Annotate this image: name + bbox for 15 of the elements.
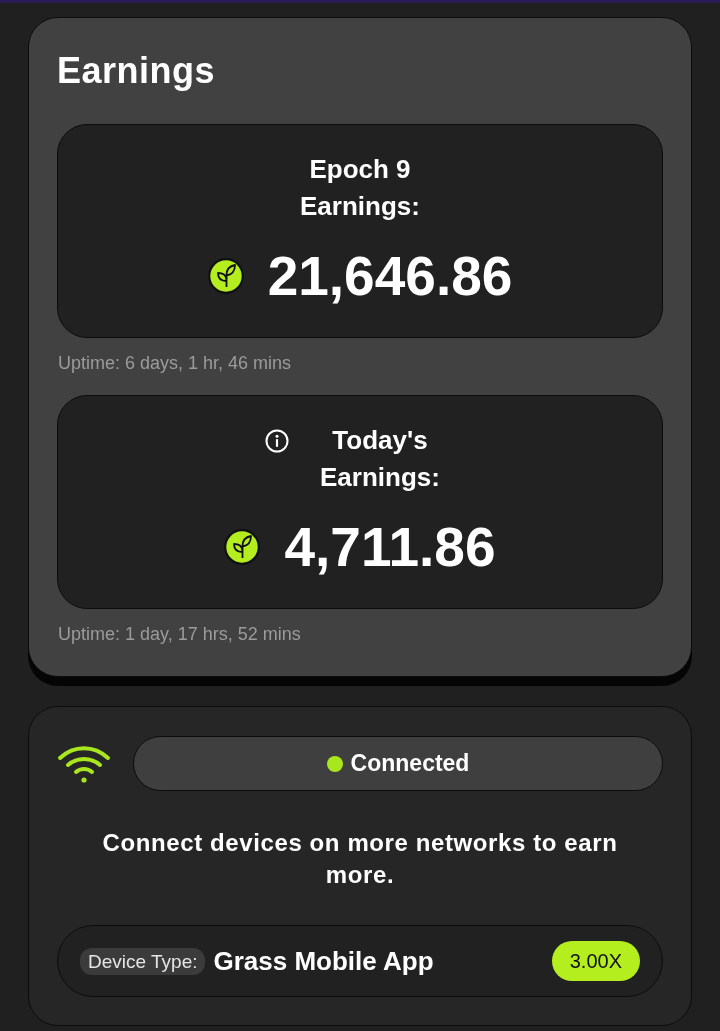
earnings-label: Today's Earnings: [319,424,441,494]
device-type-tag: Device Type: [80,947,206,975]
info-icon[interactable] [265,429,289,453]
network-message: Connect devices on more networks to earn more. [101,828,619,890]
status-text: Connected [350,750,470,777]
uptime-text: Uptime: 1 day, 17 hrs, 52 mins [58,623,302,645]
multiplier-badge: 3.00X [551,941,640,981]
screen-title: Earnings [57,49,217,93]
earnings-amount: 21,646.86 [267,245,513,307]
earnings-label: Epoch 9 Earnings: [299,153,421,223]
device-name: Grass Mobile App [213,945,435,977]
coin-icon [224,529,261,565]
uptime-text: Uptime: 6 days, 1 hr, 46 mins [58,352,293,374]
coin-icon [207,258,244,294]
earnings-amount: 4,711.86 [284,516,496,578]
